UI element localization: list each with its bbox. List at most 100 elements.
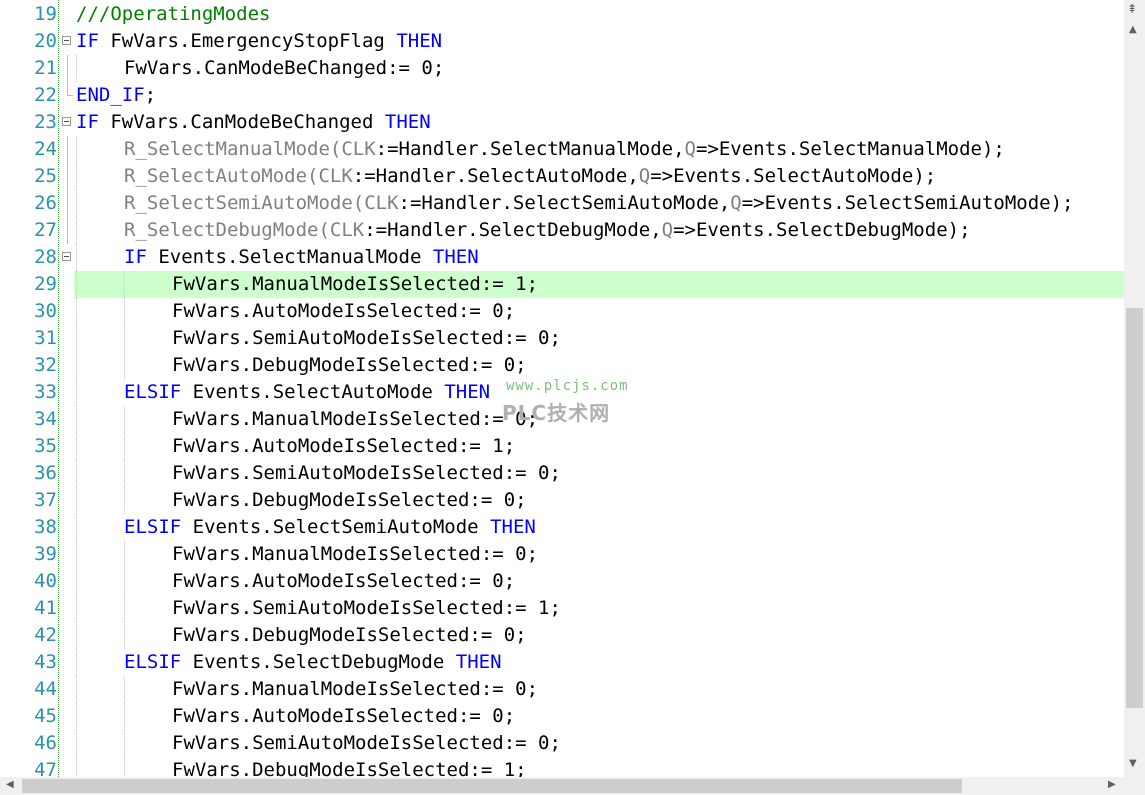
indent-guide (76, 244, 77, 271)
code-token: :=Handler.SelectAutoMode, (352, 165, 639, 187)
line-number: 30 (34, 300, 57, 322)
code-line[interactable]: 43 ELSIF Events.SelectDebugMode THEN (0, 649, 1124, 676)
code-line[interactable]: 44 FwVars.ManualModeIsSelected:= 0; (0, 676, 1124, 703)
indent-guide (76, 649, 77, 676)
code-line[interactable]: 27 R_SelectDebugMode(CLK:=Handler.SelectD… (0, 217, 1124, 244)
code-text: FwVars.ManualModeIsSelected:= 0; (172, 541, 538, 568)
line-number: 25 (34, 165, 57, 187)
code-line[interactable]: 36 FwVars.SemiAutoModeIsSelected:= 0; (0, 460, 1124, 487)
line-number: 20 (34, 30, 57, 52)
keyword-token: ELSIF (124, 651, 193, 673)
scroll-left-icon[interactable]: ◀ (6, 779, 14, 790)
code-text: FwVars.DebugModeIsSelected:= 0; (172, 352, 527, 379)
code-token: =>Events.SelectManualMode); (695, 138, 1005, 160)
code-text: FwVars.SemiAutoModeIsSelected:= 0; (172, 325, 561, 352)
indent-guide (76, 730, 77, 757)
keyword-token: THEN (396, 30, 443, 52)
code-text: ELSIF Events.SelectDebugMode THEN (124, 649, 502, 676)
line-number: 19 (34, 3, 57, 25)
code-line[interactable]: 29 FwVars.ManualModeIsSelected:= 1; (0, 271, 1124, 298)
code-token: FwVars.ManualModeIsSelected:= 0; (172, 543, 539, 565)
code-line[interactable]: 22 END_IF; (0, 82, 1124, 109)
code-line[interactable]: 37 FwVars.DebugModeIsSelected:= 0; (0, 487, 1124, 514)
code-token: R_SelectDebugMode(CLK (124, 219, 365, 241)
fold-collapse-icon[interactable] (62, 36, 71, 45)
code-line[interactable]: 28 IF Events.SelectManualMode THEN (0, 244, 1124, 271)
code-text: FwVars.AutoModeIsSelected:= 0; (172, 298, 515, 325)
code-line[interactable]: 24 R_SelectManualMode(CLK:=Handler.Select… (0, 136, 1124, 163)
code-line[interactable]: 40 FwVars.AutoModeIsSelected:= 0; (0, 568, 1124, 595)
keyword-token: END_IF (76, 84, 145, 106)
code-text: IF Events.SelectManualMode THEN (124, 244, 479, 271)
code-line[interactable]: 23 IF FwVars.CanModeBeChanged THEN (0, 109, 1124, 136)
code-line[interactable]: 47 FwVars.DebugModeIsSelected:= 1; (0, 757, 1124, 777)
code-line[interactable]: 21 FwVars.CanModeBeChanged:= 0; (0, 55, 1124, 82)
horizontal-scroll-thumb[interactable] (22, 779, 962, 793)
line-number: 24 (34, 138, 57, 160)
scroll-right-icon[interactable]: ▶ (1108, 779, 1116, 790)
keyword-token: ELSIF (124, 516, 193, 538)
code-text: ELSIF Events.SelectSemiAutoMode THEN (124, 514, 536, 541)
code-token: FwVars.EmergencyStopFlag (110, 30, 397, 52)
code-token: FwVars.AutoModeIsSelected:= 0; (172, 705, 516, 727)
code-token: FwVars.SemiAutoModeIsSelected:= 0; (172, 732, 561, 754)
fold-guide (67, 217, 68, 244)
scroll-up-icon[interactable]: ▲ (1129, 24, 1137, 35)
code-token: =>Events.SelectAutoMode); (650, 165, 937, 187)
code-token: Events.SelectSemiAutoMode (192, 516, 491, 538)
indent-guide (76, 406, 77, 433)
code-text: FwVars.DebugModeIsSelected:= 0; (172, 622, 527, 649)
split-handle-icon[interactable]: ⇞ (1127, 2, 1137, 16)
code-line[interactable]: 39 FwVars.ManualModeIsSelected:= 0; (0, 541, 1124, 568)
line-number: 31 (34, 327, 57, 349)
code-line[interactable]: 41 FwVars.SemiAutoModeIsSelected:= 1; (0, 595, 1124, 622)
horizontal-scrollbar[interactable]: ◀ ▶ (0, 777, 1124, 795)
code-line[interactable]: 26 R_SelectSemiAutoMode(CLK:=Handler.Sele… (0, 190, 1124, 217)
keyword-token: THEN (455, 651, 502, 673)
scroll-down-icon[interactable]: ▼ (1129, 758, 1137, 769)
keyword-token: IF (76, 111, 111, 133)
indent-guide (76, 487, 77, 514)
code-line[interactable]: 45 FwVars.AutoModeIsSelected:= 0; (0, 703, 1124, 730)
code-token: R_SelectManualMode(CLK (124, 138, 376, 160)
code-token: FwVars.AutoModeIsSelected:= 0; (172, 570, 516, 592)
line-number: 28 (34, 246, 57, 268)
code-token: FwVars.AutoModeIsSelected:= 0; (172, 300, 516, 322)
indent-guide (124, 622, 125, 649)
line-number: 41 (34, 597, 57, 619)
line-number: 37 (34, 489, 57, 511)
code-line[interactable]: 31 FwVars.SemiAutoModeIsSelected:= 0; (0, 325, 1124, 352)
code-line[interactable]: 42 FwVars.DebugModeIsSelected:= 0; (0, 622, 1124, 649)
vertical-scrollbar[interactable]: ⇞ ▲ ▼ (1124, 0, 1145, 777)
fold-collapse-icon[interactable] (62, 252, 71, 261)
code-text: R_SelectDebugMode(CLK:=Handler.SelectDeb… (124, 217, 971, 244)
indent-guide (76, 514, 77, 541)
code-line[interactable]: 19 ///OperatingModes (0, 1, 1124, 28)
code-token: FwVars.ManualModeIsSelected:= 0; (172, 678, 539, 700)
line-number: 38 (34, 516, 57, 538)
code-text: R_SelectManualMode(CLK:=Handler.SelectMa… (124, 136, 1005, 163)
code-line[interactable]: 30 FwVars.AutoModeIsSelected:= 0; (0, 298, 1124, 325)
line-number: 35 (34, 435, 57, 457)
code-line[interactable]: 35 FwVars.AutoModeIsSelected:= 1; (0, 433, 1124, 460)
vertical-scroll-thumb[interactable] (1126, 308, 1143, 708)
indent-guide (124, 541, 125, 568)
fold-guide (67, 136, 68, 163)
watermark-url: www.plcjs.com (506, 378, 629, 394)
code-line[interactable]: 25 R_SelectAutoMode(CLK:=Handler.SelectAu… (0, 163, 1124, 190)
code-line[interactable]: 38 ELSIF Events.SelectSemiAutoMode THEN (0, 514, 1124, 541)
line-number: 45 (34, 705, 57, 727)
code-token: Events.SelectAutoMode (192, 381, 445, 403)
indent-guide (76, 595, 77, 622)
indent-guide (124, 433, 125, 460)
code-line[interactable]: 32 FwVars.DebugModeIsSelected:= 0; (0, 352, 1124, 379)
line-number: 34 (34, 408, 57, 430)
code-text: FwVars.ManualModeIsSelected:= 0; (172, 406, 538, 433)
code-token: Events.SelectManualMode (158, 246, 433, 268)
indent-guide (76, 298, 77, 325)
code-text: FwVars.CanModeBeChanged:= 0; (124, 55, 444, 82)
fold-collapse-icon[interactable] (62, 117, 71, 126)
code-line[interactable]: 46 FwVars.SemiAutoModeIsSelected:= 0; (0, 730, 1124, 757)
indent-guide (124, 703, 125, 730)
code-line[interactable]: 20 IF FwVars.EmergencyStopFlag THEN (0, 28, 1124, 55)
